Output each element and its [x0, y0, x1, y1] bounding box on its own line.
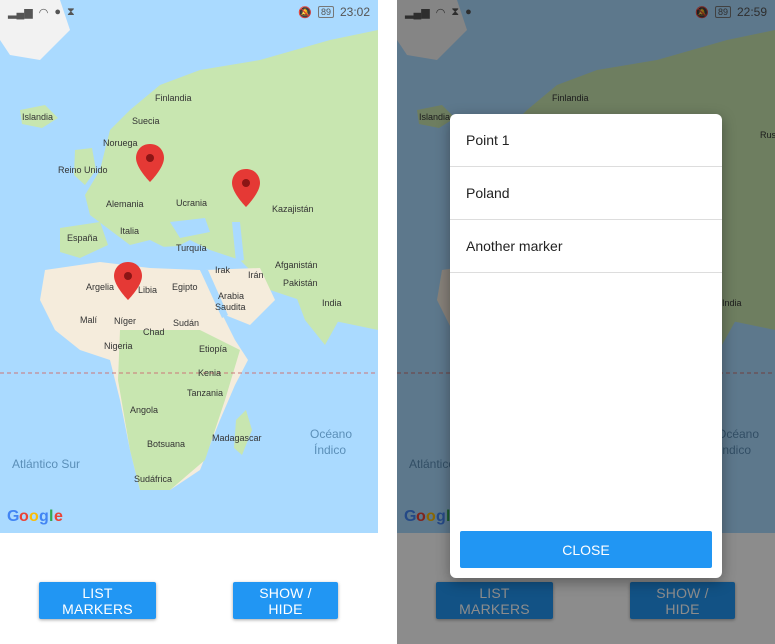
marker-list-dialog: Point 1 Poland Another marker CLOSE — [450, 114, 722, 578]
label-botsuana: Botsuana — [147, 439, 185, 449]
label-irak: Irak — [215, 265, 231, 275]
label-kazajistan: Kazajistán — [272, 204, 314, 214]
label-india: India — [322, 298, 342, 308]
app-icon: ● — [54, 6, 61, 18]
label-sudan: Sudán — [173, 318, 199, 328]
label-sudafrica: Sudáfrica — [134, 474, 172, 484]
label-ucrania: Ucrania — [176, 198, 207, 208]
label-arabia: Arabia — [218, 291, 244, 301]
notification-off-icon: 🔕 — [298, 6, 312, 19]
label-angola: Angola — [130, 405, 158, 415]
label-kenia: Kenia — [198, 368, 221, 378]
label-mali: Malí — [80, 315, 98, 325]
label-afganistan: Afganistán — [275, 260, 318, 270]
svg-text:o: o — [29, 508, 39, 525]
svg-text:o: o — [19, 508, 29, 525]
label-pakistan: Pakistán — [283, 278, 318, 288]
label-oceano: Océano — [310, 427, 352, 441]
label-tanzania: Tanzania — [187, 388, 223, 398]
label-indico: Índico — [314, 442, 346, 457]
google-logo: G o o g l e — [7, 508, 63, 525]
status-time: 23:02 — [339, 5, 370, 19]
label-atlantico-sur: Atlántico Sur — [12, 457, 80, 471]
svg-text:l: l — [49, 508, 53, 525]
marker-list-item-point-1[interactable]: Point 1 — [450, 114, 722, 167]
svg-text:e: e — [54, 508, 63, 525]
battery-icon: 89 — [317, 6, 334, 18]
label-egipto: Egipto — [172, 282, 198, 292]
close-button[interactable]: CLOSE — [460, 531, 712, 568]
label-espana: España — [67, 233, 98, 243]
label-reino-unido: Reino Unido — [58, 165, 108, 175]
label-libia: Libia — [138, 285, 157, 295]
status-bar: ▂▄▆ ◠ ● ⧗ 🔕 89 23:02 — [0, 0, 378, 24]
list-markers-button[interactable]: LIST MARKERS — [39, 582, 156, 619]
label-chad: Chad — [143, 327, 165, 337]
marker-list-item-poland[interactable]: Poland — [450, 167, 722, 220]
label-italia: Italia — [120, 226, 139, 236]
label-islandia: Islandia — [22, 112, 53, 122]
world-map[interactable]: Islandia Finlandia Suecia Noruega Reino … — [0, 0, 378, 533]
label-saudita: Saudita — [215, 302, 246, 312]
label-niger: Níger — [114, 316, 136, 326]
label-noruega: Noruega — [103, 138, 138, 148]
label-iran: Irán — [248, 270, 264, 280]
map-view[interactable]: Islandia Finlandia Suecia Noruega Reino … — [0, 0, 378, 533]
svg-text:g: g — [39, 508, 49, 525]
phone-screen-left: Islandia Finlandia Suecia Noruega Reino … — [0, 0, 378, 644]
screen-divider — [378, 0, 397, 644]
label-argelia: Argelia — [86, 282, 114, 292]
label-etiopia: Etiopía — [199, 344, 227, 354]
show-hide-button[interactable]: SHOW / HIDE — [233, 582, 338, 619]
wifi-icon: ◠ — [38, 6, 49, 19]
phone-screen-right: Finlandia Islandia Rus India Océano Índi… — [397, 0, 775, 644]
label-suecia: Suecia — [132, 116, 160, 126]
label-madagascar: Madagascar — [212, 433, 262, 443]
signal-icon: ▂▄▆ — [8, 6, 33, 19]
label-finlandia: Finlandia — [155, 93, 192, 103]
label-nigeria: Nigeria — [104, 341, 133, 351]
label-alemania: Alemania — [106, 199, 144, 209]
hourglass-icon: ⧗ — [66, 5, 75, 18]
marker-list-item-another-marker[interactable]: Another marker — [450, 220, 722, 273]
svg-text:G: G — [7, 508, 19, 525]
label-turquia: Turquía — [176, 243, 207, 253]
